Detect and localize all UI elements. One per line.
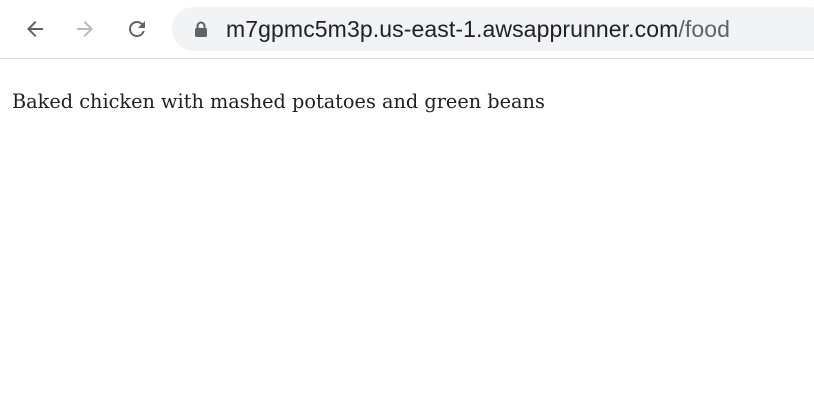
arrow-left-icon [27,21,43,37]
url-path: /food [678,16,731,42]
reload-button[interactable] [120,12,154,46]
forward-button[interactable] [68,12,102,46]
lock-icon[interactable] [194,21,208,37]
back-button[interactable] [18,12,52,46]
reload-icon [129,21,145,37]
arrow-right-icon [77,21,93,37]
url-host: m7gpmc5m3p.us-east-1.awsapprunner.com [226,16,679,42]
page-body-text: Baked chicken with mashed potatoes and g… [12,90,545,113]
browser-toolbar: m7gpmc5m3p.us-east-1.awsapprunner.com/fo… [0,0,814,59]
url-text[interactable]: m7gpmc5m3p.us-east-1.awsapprunner.com/fo… [226,7,730,51]
address-bar[interactable]: m7gpmc5m3p.us-east-1.awsapprunner.com/fo… [172,7,814,51]
